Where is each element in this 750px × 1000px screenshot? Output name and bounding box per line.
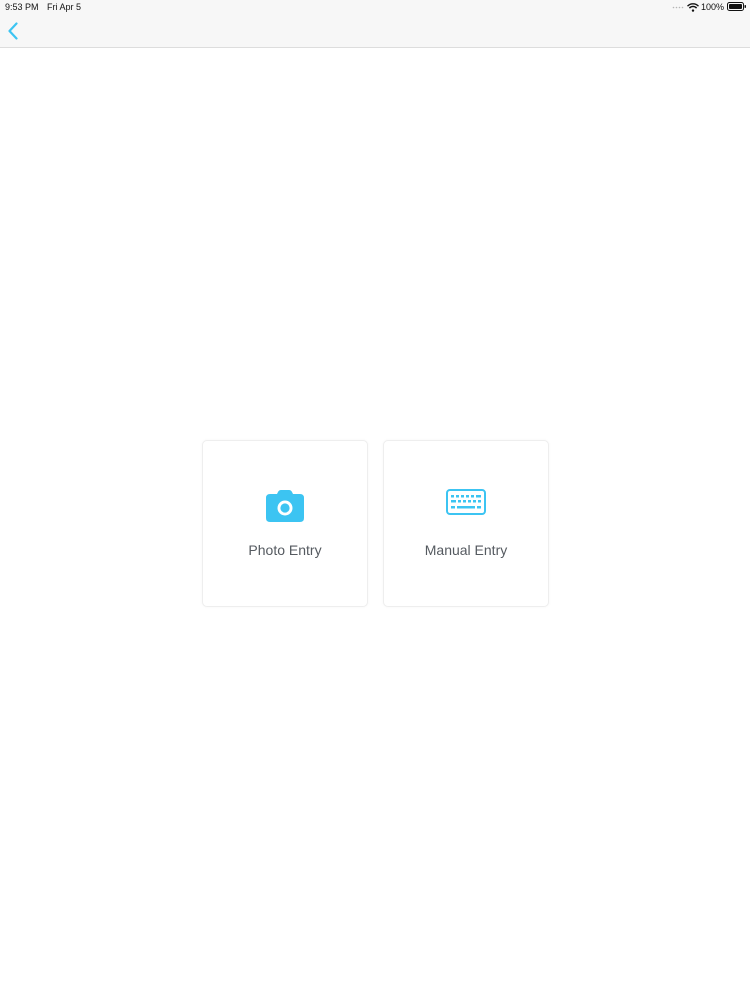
battery-percentage: 100% (701, 2, 725, 12)
wifi-icon (687, 3, 699, 12)
keyboard-icon (446, 489, 486, 515)
cellular-signal-icon (672, 6, 684, 9)
status-time: 9:53 PM (5, 2, 39, 12)
battery-icon (727, 2, 746, 11)
photo-entry-card[interactable]: Photo Entry (202, 440, 368, 607)
manual-entry-label: Manual Entry (424, 542, 508, 558)
manual-entry-card[interactable]: Manual Entry (383, 440, 549, 607)
navigation-bar: 9:53 PM Fri Apr 5 100% (0, 0, 750, 48)
status-date: Fri Apr 5 (47, 2, 82, 12)
camera-icon (266, 490, 304, 522)
back-button[interactable] (2, 20, 24, 42)
chevron-left-icon (8, 22, 18, 40)
photo-entry-label: Photo Entry (248, 542, 322, 558)
